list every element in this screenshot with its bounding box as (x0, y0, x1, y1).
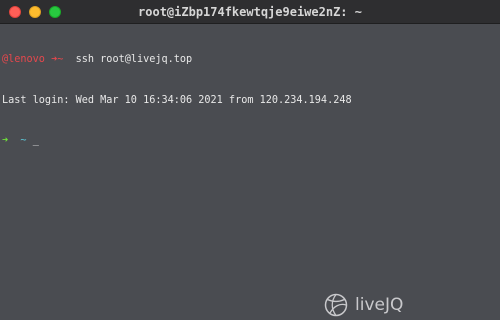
title-bar[interactable]: root@iZbp174fkewtqje9eiwe2nZ: ~ (0, 0, 500, 24)
terminal-window: root@iZbp174fkewtqje9eiwe2nZ: ~ @lenovo … (0, 0, 500, 320)
terminal-line-ssh-command: @lenovo ➜~ ssh root@livejq.top (2, 53, 492, 67)
terminal-output[interactable]: @lenovo ➜~ ssh root@livejq.top Last logi… (2, 26, 492, 175)
watermark: liveJQ (322, 290, 412, 320)
prompt-arrow-icon: ➜ (2, 135, 9, 146)
last-login-text: Last login: Wed Mar 10 16:34:06 2021 fro… (2, 94, 352, 106)
prompt-directory: ~ (20, 135, 27, 146)
prompt-user: @lenovo (2, 54, 45, 65)
watermark-text: liveJQ (355, 295, 404, 315)
terminal-line-prompt: ➜ ~ _ (2, 134, 492, 148)
text-cursor: _ (32, 135, 39, 146)
scrollbar[interactable] (494, 24, 500, 320)
terminal-line-last-login: Last login: Wed Mar 10 16:34:06 2021 fro… (2, 94, 492, 108)
window-title: root@iZbp174fkewtqje9eiwe2nZ: ~ (138, 5, 362, 19)
basketball-icon (324, 293, 348, 317)
prompt-directory: ~ (57, 54, 64, 65)
command-text: ssh root@livejq.top (75, 54, 193, 65)
